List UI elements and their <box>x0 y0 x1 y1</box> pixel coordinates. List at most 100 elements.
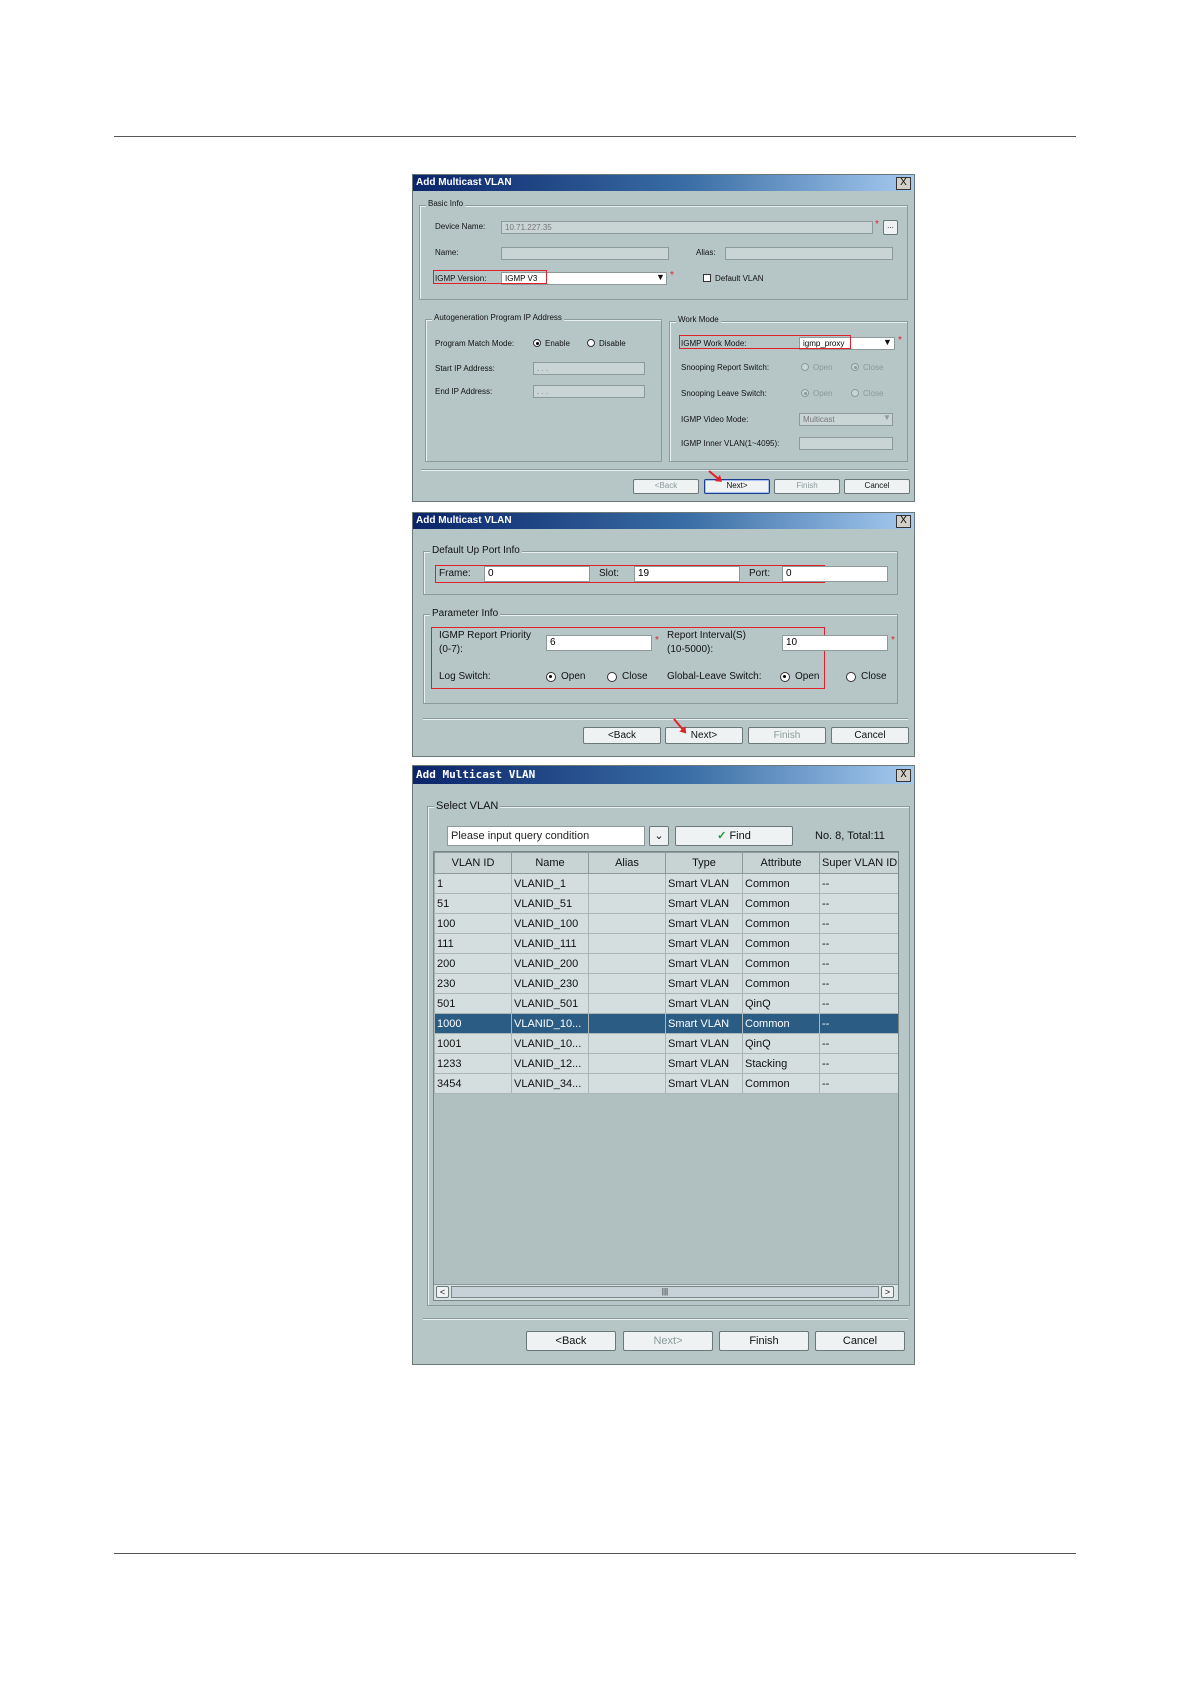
column-header[interactable]: Super VLAN ID <box>819 852 898 874</box>
name-field[interactable] <box>501 247 669 260</box>
table-cell: Common <box>742 1073 820 1094</box>
disable-label: Disable <box>599 339 626 348</box>
table-row[interactable]: 111 VLANID_111 Smart VLAN Common -- <box>434 933 898 954</box>
video-mode-label: IGMP Video Mode: <box>681 415 749 424</box>
parameter-info-group: Parameter Info <box>423 608 898 704</box>
table-row[interactable]: 1000 VLANID_10... Smart VLAN Common -- <box>434 1013 898 1034</box>
cancel-button[interactable]: Cancel <box>844 479 910 494</box>
end-ip-field[interactable]: . . . <box>533 385 645 398</box>
column-header[interactable]: VLAN ID <box>434 852 512 874</box>
report-close-radio[interactable] <box>851 363 859 371</box>
column-header[interactable]: Attribute <box>742 852 820 874</box>
start-ip-field[interactable]: . . . <box>533 362 645 375</box>
cancel-button[interactable]: Cancel <box>831 727 909 744</box>
table-row[interactable]: 230 VLANID_230 Smart VLAN Common -- <box>434 973 898 994</box>
table-row[interactable]: 1233 VLANID_12... Smart VLAN Stacking -- <box>434 1053 898 1074</box>
leave-close-radio[interactable] <box>851 389 859 397</box>
table-cell: Smart VLAN <box>665 1053 743 1074</box>
table-cell <box>588 873 666 894</box>
table-row[interactable]: 51 VLANID_51 Smart VLAN Common -- <box>434 893 898 914</box>
igmp-version-select[interactable]: IGMP V3 <box>501 272 667 285</box>
dialog-title: Add Multicast VLAN <box>416 515 512 526</box>
dialog-title: Add Multicast VLAN <box>416 177 512 188</box>
table-cell: VLANID_1 <box>511 873 589 894</box>
group-title: Work Mode <box>676 315 721 324</box>
query-options-button[interactable]: ⌄ <box>649 826 669 846</box>
query-input[interactable]: Please input query condition <box>447 826 645 846</box>
close-icon[interactable]: X <box>896 515 911 528</box>
close-icon[interactable]: X <box>896 769 911 782</box>
back-button[interactable]: <Back <box>583 727 661 744</box>
table-row[interactable]: 100 VLANID_100 Smart VLAN Common -- <box>434 913 898 934</box>
alias-field[interactable] <box>725 247 893 260</box>
column-header[interactable]: Alias <box>588 852 666 874</box>
table-cell: VLANID_501 <box>511 993 589 1014</box>
video-mode-select[interactable]: Multicast <box>799 413 893 426</box>
group-title: Select VLAN <box>434 800 501 812</box>
table-cell: Smart VLAN <box>665 973 743 994</box>
table-cell: VLANID_10... <box>511 1013 589 1034</box>
slot-field[interactable]: 19 <box>634 566 740 582</box>
port-label: Port: <box>749 568 771 579</box>
scroll-thumb[interactable]: ||| <box>451 1286 879 1298</box>
log-open-radio[interactable] <box>546 672 556 682</box>
finish-button[interactable]: Finish <box>719 1331 809 1351</box>
table-header: VLAN ID Name Alias Type Attribute Super VLAN … <box>434 852 898 874</box>
global-leave-close-radio[interactable] <box>846 672 856 682</box>
log-close-radio[interactable] <box>607 672 617 682</box>
table-cell <box>588 933 666 954</box>
chevron-down-icon[interactable]: ▼ <box>656 272 665 282</box>
priority-field[interactable]: 6 <box>546 635 652 651</box>
leave-open-radio[interactable] <box>801 389 809 397</box>
global-leave-open-radio[interactable] <box>780 672 790 682</box>
table-row[interactable]: 1001 VLANID_10... Smart VLAN QinQ -- <box>434 1033 898 1054</box>
check-icon: ✓ <box>717 830 727 842</box>
next-button[interactable]: Next> <box>623 1331 713 1351</box>
scroll-right-icon[interactable]: > <box>881 1286 894 1298</box>
dialog-basic-info: Add Multicast VLAN X Basic Info Device N… <box>412 174 915 502</box>
report-open-radio[interactable] <box>801 363 809 371</box>
open-label: Open <box>561 671 586 682</box>
close-icon[interactable]: X <box>896 177 911 190</box>
frame-field[interactable]: 0 <box>484 566 590 582</box>
default-vlan-checkbox[interactable] <box>703 274 711 282</box>
igmp-work-mode-label: IGMP Work Mode: <box>681 339 747 348</box>
match-mode-label: Program Match Mode: <box>435 339 515 348</box>
finish-button[interactable]: Finish <box>748 727 826 744</box>
table-row[interactable]: 1 VLANID_1 Smart VLAN Common -- <box>434 873 898 894</box>
disable-radio[interactable] <box>587 339 595 347</box>
end-ip-label: End IP Address: <box>435 387 493 396</box>
port-field[interactable]: 0 <box>782 566 888 582</box>
column-header[interactable]: Name <box>511 852 589 874</box>
finish-button[interactable]: Finish <box>774 479 840 494</box>
table-cell: -- <box>819 1053 898 1074</box>
table-row[interactable]: 200 VLANID_200 Smart VLAN Common -- <box>434 953 898 974</box>
table-row[interactable]: 501 VLANID_501 Smart VLAN QinQ -- <box>434 993 898 1014</box>
chevron-down-icon[interactable]: ▼ <box>883 337 892 347</box>
table-cell: VLANID_111 <box>511 933 589 954</box>
table-cell: Common <box>742 933 820 954</box>
device-name-field[interactable]: 10.71.227.35 <box>501 221 873 234</box>
dialog-title-bar: Add Multicast VLAN X <box>413 766 914 784</box>
table-cell: Common <box>742 913 820 934</box>
back-button[interactable]: <Back <box>633 479 699 494</box>
cancel-button[interactable]: Cancel <box>815 1331 905 1351</box>
scroll-left-icon[interactable]: < <box>436 1286 449 1298</box>
enable-radio[interactable] <box>533 339 541 347</box>
inner-vlan-field[interactable] <box>799 437 893 450</box>
table-cell: QinQ <box>742 1033 820 1054</box>
next-button[interactable]: Next> <box>665 727 743 744</box>
igmp-work-mode-select[interactable]: igmp_proxy <box>799 337 895 350</box>
table-cell <box>588 953 666 974</box>
find-button[interactable]: ✓ Find <box>675 826 793 846</box>
next-button[interactable]: Next> <box>704 479 770 494</box>
horizontal-scrollbar[interactable]: < ||| > <box>434 1284 898 1300</box>
device-browse-button[interactable]: ... <box>883 220 898 235</box>
header-rule <box>114 136 1076 137</box>
table-cell <box>588 993 666 1014</box>
dialog-title-bar: Add Multicast VLAN X <box>413 175 914 191</box>
interval-field[interactable]: 10 <box>782 635 888 651</box>
column-header[interactable]: Type <box>665 852 743 874</box>
table-row[interactable]: 3454 VLANID_34... Smart VLAN Common -- <box>434 1073 898 1094</box>
back-button[interactable]: <Back <box>526 1331 616 1351</box>
